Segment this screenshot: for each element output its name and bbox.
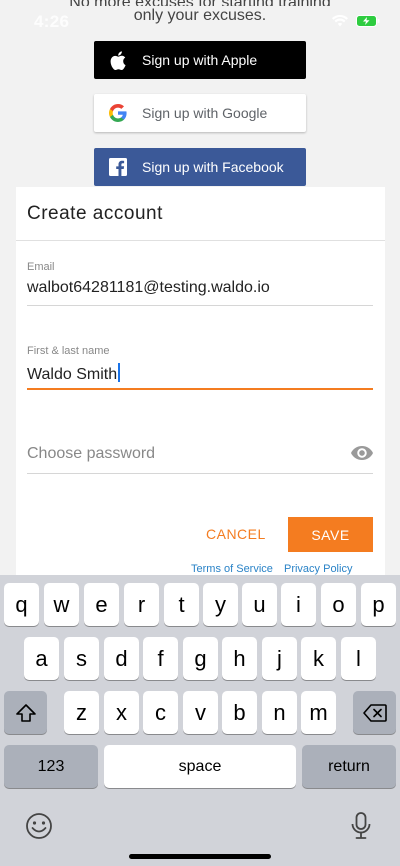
sign-up-facebook-label: Sign up with Facebook	[142, 159, 284, 175]
terms-link[interactable]: Terms of Service	[191, 563, 273, 575]
battery-charging-icon	[356, 15, 380, 27]
key-f[interactable]: f	[143, 637, 178, 680]
status-bar: 4:26	[0, 0, 400, 44]
key-r[interactable]: r	[124, 583, 159, 626]
backspace-key[interactable]	[353, 691, 396, 734]
key-p[interactable]: p	[361, 583, 396, 626]
key-g[interactable]: g	[183, 637, 218, 680]
privacy-link[interactable]: Privacy Policy	[284, 563, 352, 575]
name-value-wrap: Waldo Smith	[27, 363, 373, 384]
key-k[interactable]: k	[301, 637, 336, 680]
backspace-icon	[362, 703, 387, 722]
key-e[interactable]: e	[84, 583, 119, 626]
key-i[interactable]: i	[281, 583, 316, 626]
password-underline	[27, 473, 373, 474]
sign-up-google-button[interactable]: Sign up with Google	[94, 94, 306, 132]
keyboard: q w e r t y u i o p a s d f g h j k l z …	[0, 575, 400, 866]
key-a[interactable]: a	[24, 637, 59, 680]
name-label: First & last name	[27, 345, 110, 357]
sign-up-apple-button[interactable]: Sign up with Apple	[94, 41, 306, 79]
name-field[interactable]: First & last name Waldo Smith	[27, 345, 373, 391]
cancel-button[interactable]: CANCEL	[206, 526, 266, 542]
emoji-icon[interactable]	[24, 811, 54, 846]
key-q[interactable]: q	[4, 583, 39, 626]
name-underline-focused	[27, 388, 373, 390]
wifi-icon	[332, 15, 348, 27]
save-button[interactable]: SAVE	[288, 517, 373, 552]
key-d[interactable]: d	[104, 637, 139, 680]
email-value: walbot64281181@testing.waldo.io	[27, 279, 270, 296]
sign-up-google-label: Sign up with Google	[142, 105, 268, 121]
apple-icon	[94, 41, 142, 79]
key-l[interactable]: l	[341, 637, 376, 680]
key-x[interactable]: x	[104, 691, 139, 734]
key-h[interactable]: h	[222, 637, 257, 680]
status-icons	[332, 15, 380, 27]
key-v[interactable]: v	[183, 691, 218, 734]
key-n[interactable]: n	[262, 691, 297, 734]
sign-up-apple-label: Sign up with Apple	[142, 52, 258, 68]
key-m[interactable]: m	[301, 691, 336, 734]
card-title: Create account	[27, 203, 163, 224]
shift-key[interactable]	[4, 691, 47, 734]
eye-icon[interactable]	[351, 446, 373, 465]
password-field[interactable]: Choose password	[27, 445, 373, 475]
shift-icon	[15, 703, 36, 722]
numbers-key[interactable]: 123	[4, 745, 98, 788]
email-underline	[27, 305, 373, 306]
key-s[interactable]: s	[64, 637, 99, 680]
email-label: Email	[27, 261, 55, 273]
key-y[interactable]: y	[203, 583, 238, 626]
key-t[interactable]: t	[164, 583, 199, 626]
sign-up-facebook-button[interactable]: Sign up with Facebook	[94, 148, 306, 186]
key-b[interactable]: b	[222, 691, 257, 734]
status-time: 4:26	[34, 12, 70, 31]
home-indicator[interactable]	[129, 854, 271, 859]
password-placeholder: Choose password	[27, 445, 156, 462]
key-j[interactable]: j	[262, 637, 297, 680]
space-key[interactable]: space	[104, 745, 296, 788]
name-value: Waldo Smith	[27, 366, 118, 383]
facebook-icon	[94, 148, 142, 186]
key-c[interactable]: c	[143, 691, 178, 734]
google-icon	[94, 94, 142, 132]
key-o[interactable]: o	[321, 583, 356, 626]
microphone-icon[interactable]	[350, 811, 372, 846]
email-field[interactable]: Email walbot64281181@testing.waldo.io	[27, 261, 373, 307]
return-key[interactable]: return	[302, 745, 396, 788]
key-u[interactable]: u	[242, 583, 277, 626]
key-z[interactable]: z	[64, 691, 99, 734]
key-w[interactable]: w	[44, 583, 79, 626]
legal-links: Terms of Service Privacy Policy	[191, 563, 360, 575]
card-divider	[16, 240, 385, 241]
create-account-card: Create account Email walbot64281181@test…	[16, 187, 385, 587]
text-caret	[118, 363, 121, 382]
